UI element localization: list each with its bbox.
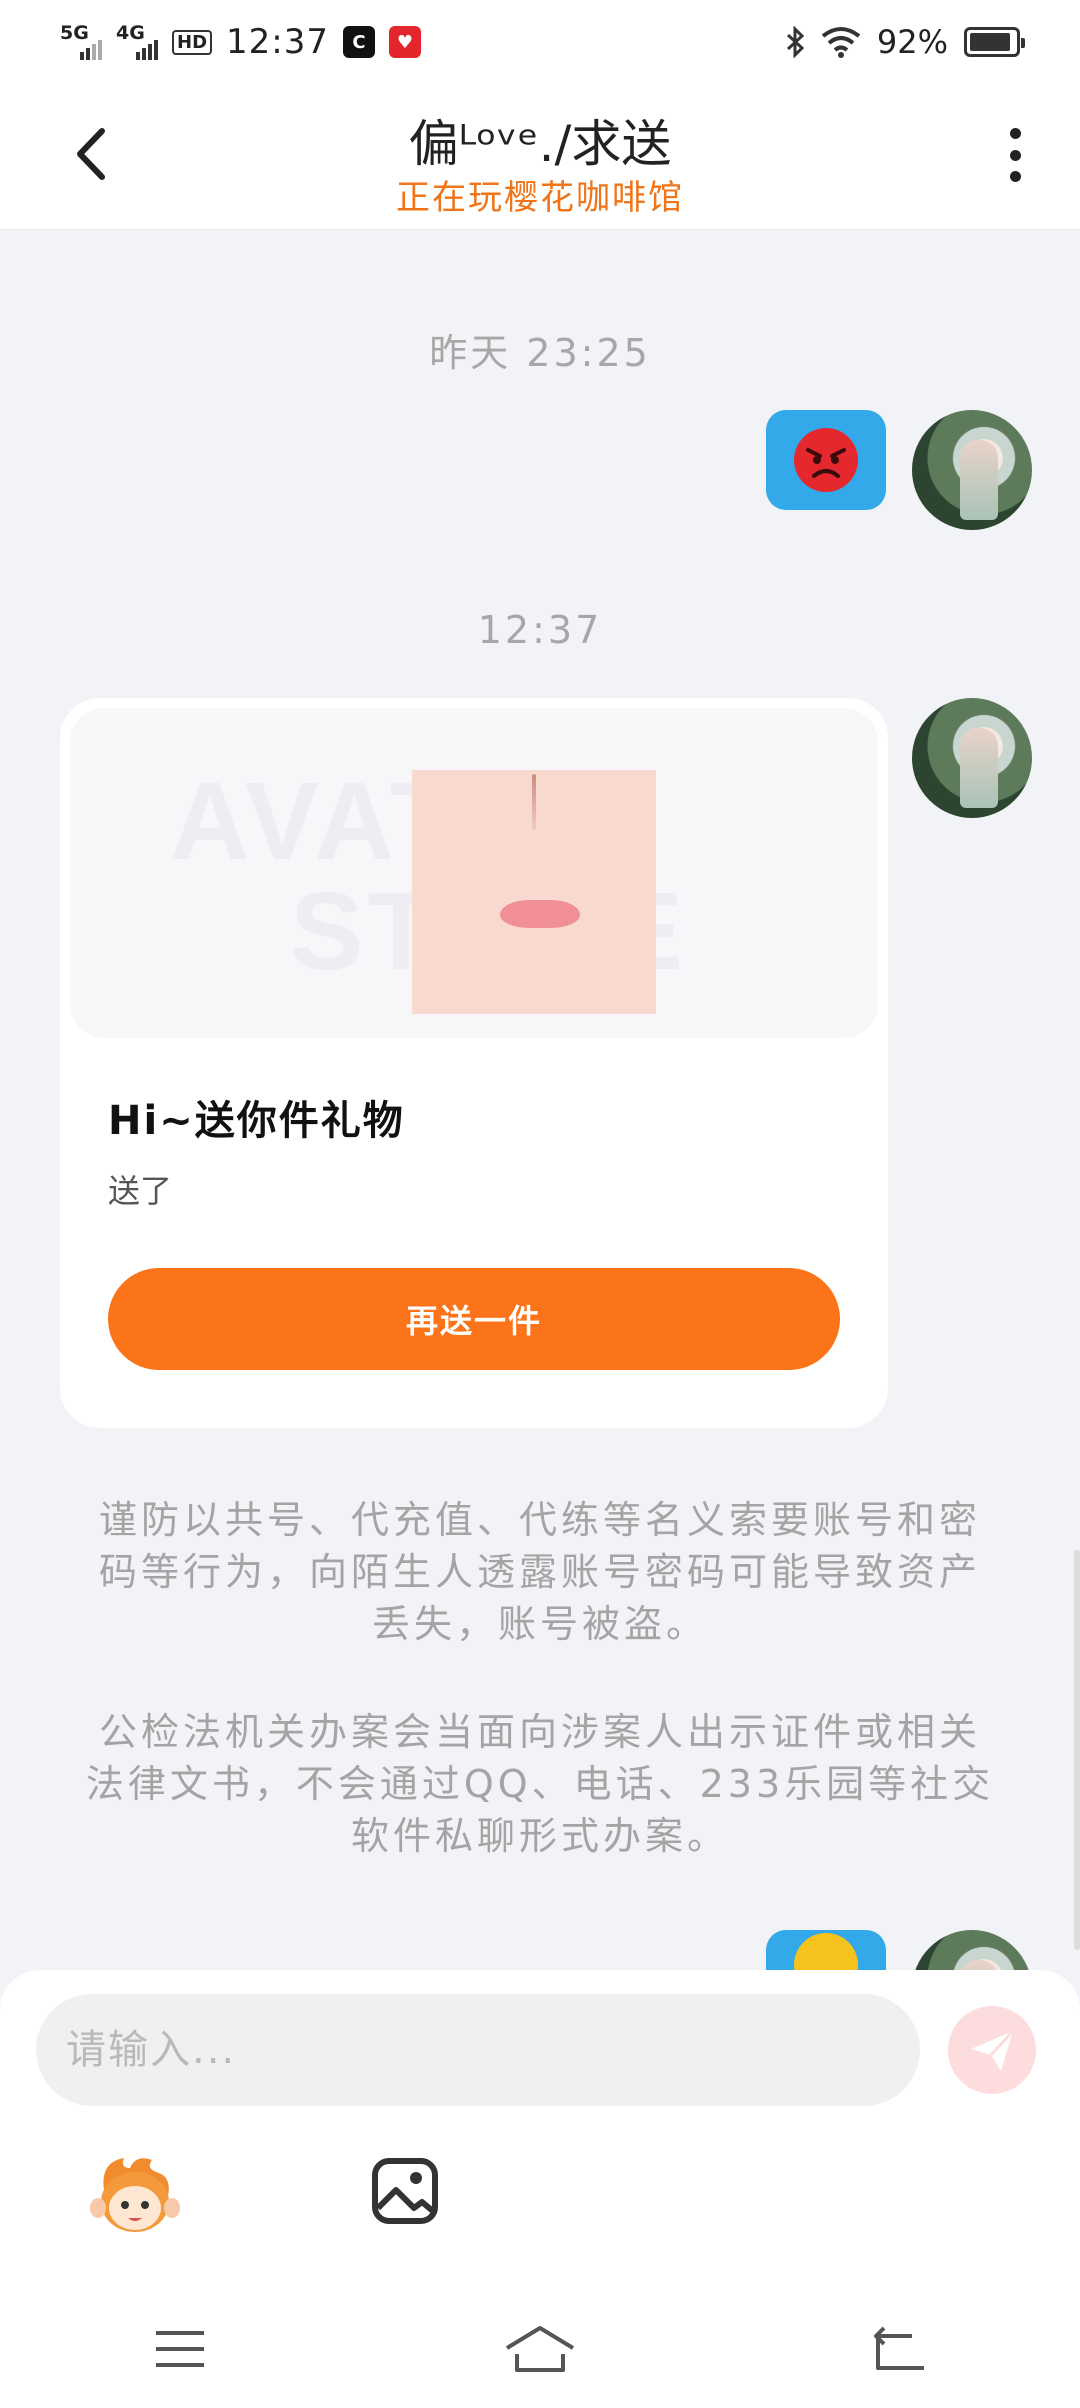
status-left: 5G 4G HD 12:37 C ♥: [60, 22, 421, 62]
system-navigation-bar: [0, 2290, 1080, 2408]
my-avatar[interactable]: [912, 410, 1032, 530]
timestamp: 12:37: [477, 608, 603, 652]
scrollbar[interactable]: [1074, 1550, 1080, 1950]
signal-5g-icon: 5G: [60, 24, 102, 60]
back-nav-button[interactable]: [850, 2314, 950, 2384]
contact-activity: 正在玩樱花咖啡馆: [396, 178, 684, 218]
mascot-emoji-icon[interactable]: [90, 2150, 180, 2240]
send-button[interactable]: [948, 2006, 1036, 2094]
hd-voice-icon: HD: [172, 29, 213, 55]
bluetooth-icon: [786, 26, 805, 58]
status-right: 92%: [785, 23, 1025, 61]
gift-title: Hi~送你件礼物: [108, 1098, 405, 1144]
message-composer: [0, 1970, 1080, 2290]
legal-notice: 公检法机关办案会当面向涉案人出示证件或相关法律文书，不会通过QQ、电话、233乐…: [85, 1710, 995, 1858]
smiling-face-icon: [794, 1933, 858, 1970]
emoji-message-bubble[interactable]: [766, 410, 886, 510]
emoji-message-bubble[interactable]: [766, 1930, 886, 1970]
battery-icon: [964, 27, 1025, 57]
dot-icon: [1009, 171, 1021, 182]
more-options-button[interactable]: [990, 120, 1040, 190]
app-notification-icon-2: ♥: [389, 26, 421, 58]
my-avatar[interactable]: [912, 698, 1032, 818]
image-icon[interactable]: [370, 2156, 440, 2226]
send-another-gift-button[interactable]: 再送一件: [108, 1268, 840, 1370]
angry-face-icon: [794, 428, 858, 492]
chat-header: 偏ᴸᵒᵛᵉ./求送 正在玩樱花咖啡馆: [0, 84, 1080, 230]
home-nav-button[interactable]: [490, 2314, 590, 2384]
status-time: 12:37: [226, 22, 329, 62]
gift-item-image: [412, 770, 656, 1014]
chat-messages[interactable]: 昨天 23:25 12:37 AVATAR STORE Hi~送你件礼物 送了 …: [0, 230, 1080, 1970]
my-avatar[interactable]: [912, 1930, 1032, 1970]
dot-icon: [1009, 128, 1021, 139]
dot-icon: [1009, 149, 1021, 161]
security-notice: 谨防以共号、代充值、代练等名义索要账号和密码等行为，向陌生人透露账号密码可能导致…: [98, 1498, 981, 1646]
back-arrow-icon: [874, 2326, 924, 2370]
app-notification-icon: C: [343, 26, 375, 58]
battery-percent: 92%: [876, 23, 948, 61]
signal-4g-icon: 4G: [116, 24, 158, 60]
gift-preview: AVATAR STORE: [70, 708, 878, 1038]
message-input[interactable]: [36, 1994, 920, 2106]
gift-description: 送了: [108, 1172, 173, 1210]
menu-icon: [156, 2331, 204, 2367]
contact-name: 偏ᴸᵒᵛᵉ./求送: [408, 115, 672, 173]
home-icon: [505, 2326, 575, 2372]
menu-nav-button[interactable]: [130, 2314, 230, 2384]
status-bar: 5G 4G HD 12:37 C ♥ 92%: [0, 0, 1080, 84]
gift-message-card[interactable]: AVATAR STORE Hi~送你件礼物 送了 再送一件: [60, 698, 888, 1428]
paper-plane-icon: [971, 2029, 1015, 2071]
wifi-icon: [821, 27, 861, 58]
timestamp: 昨天 23:25: [429, 331, 651, 375]
